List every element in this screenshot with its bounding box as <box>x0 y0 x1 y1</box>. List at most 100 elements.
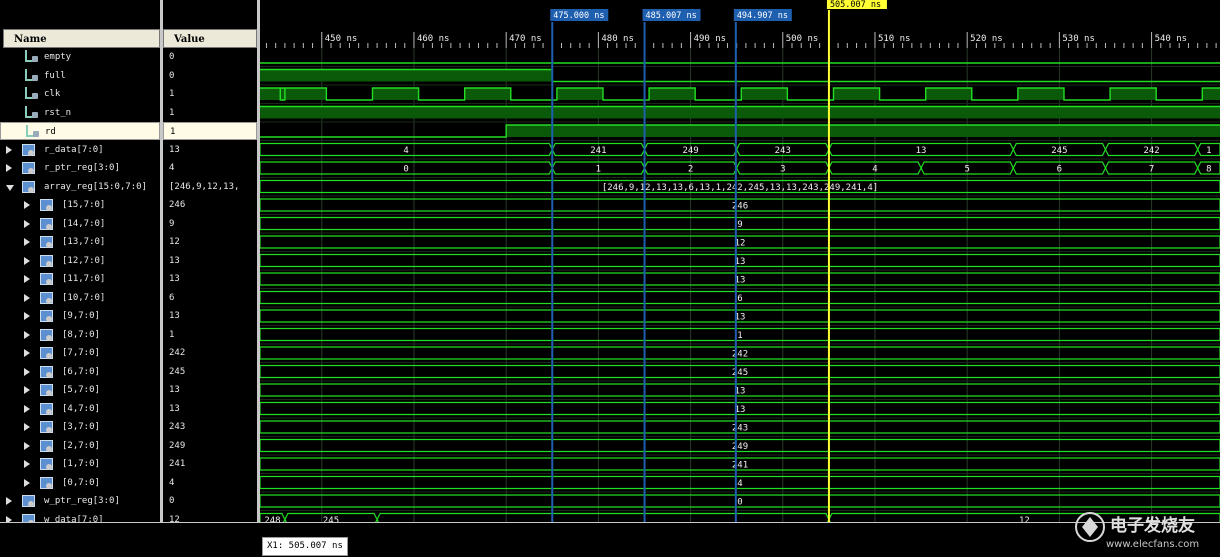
signal-name: empty <box>44 52 72 62</box>
signal-row-empty[interactable]: empty <box>0 48 160 66</box>
signal-value: 246 <box>169 200 186 210</box>
waveform-view[interactable]: 450 ns 460 ns 470 ns 480 ns 490 ns 500 ns 510 … <box>260 0 1220 522</box>
signal-row-0-7-0[interactable]: [0,7:0] <box>0 474 160 492</box>
value-column-header[interactable]: Value <box>163 29 257 48</box>
bus-value-label: 249 <box>682 146 698 156</box>
expand-arrow-icon[interactable] <box>24 238 30 246</box>
bus-value-label: 241 <box>732 461 748 471</box>
signal-row-3-7-0[interactable]: [3,7:0] <box>0 418 160 436</box>
expand-arrow-icon[interactable] <box>24 201 30 209</box>
expand-arrow-icon[interactable] <box>24 441 30 450</box>
wave-high-fill <box>556 88 603 100</box>
expand-arrow-icon[interactable] <box>24 312 30 320</box>
wave-high-fill <box>741 88 788 100</box>
bus-value-label: 243 <box>775 146 791 156</box>
bus-value-label: 4 <box>872 165 877 175</box>
signal-row-rd[interactable]: rd <box>0 122 160 140</box>
expand-arrow-icon[interactable] <box>24 293 30 302</box>
expand-arrow-icon[interactable] <box>24 275 30 283</box>
signal-row-1-7-0[interactable]: [1,7:0] <box>0 455 160 473</box>
bus-value-label: 6 <box>1057 165 1062 175</box>
bus-signal-icon <box>40 458 53 470</box>
time-cursor-label: 505.007 ns <box>830 0 881 10</box>
wave-high-fill <box>464 88 511 100</box>
signal-value: 9 <box>169 218 175 229</box>
bus-signal-icon <box>40 347 53 359</box>
wave-high-fill <box>833 88 880 100</box>
wire-signal-icon <box>26 125 39 137</box>
signal-name: [8,7:0] <box>62 329 100 340</box>
signal-name: [13,7:0] <box>62 237 106 247</box>
signal-value-pane: Value 0 0 1 1 1 13 4 [246,9,12,13, 246 9 12 13 13 6 13… <box>163 0 257 525</box>
bus-signal-icon <box>40 199 53 211</box>
signal-row-9-7-0[interactable]: [9,7:0] <box>0 307 160 325</box>
signal-row-15-7-0[interactable]: [15,7:0] <box>0 196 160 214</box>
collapse-arrow-icon[interactable] <box>6 184 14 191</box>
signal-row-8-7-0[interactable]: [8,7:0] <box>0 326 160 344</box>
signal-value: 4 <box>169 163 175 173</box>
signal-row-5-7-0[interactable]: [5,7:0] <box>0 381 160 399</box>
signal-row-rst-n[interactable]: rst_n <box>0 104 160 122</box>
signal-row-6-7-0[interactable]: [6,7:0] <box>0 363 160 381</box>
name-column-header[interactable]: Name <box>3 29 160 48</box>
bus-value-label: 1 <box>596 165 601 175</box>
signal-name: clk <box>44 89 61 99</box>
bus-value-label: 4 <box>403 146 408 156</box>
signal-row-array-reg-15-0-7-0[interactable]: array_reg[15:0,7:0] <box>0 178 160 196</box>
expand-arrow-icon[interactable] <box>6 145 12 154</box>
signal-row-full[interactable]: full <box>0 67 160 85</box>
signal-row-r-data-7-0[interactable]: r_data[7:0] <box>0 141 160 159</box>
expand-arrow-icon[interactable] <box>24 404 30 413</box>
cursor-coordinate-readout: X1: 505.007 ns <box>262 537 348 556</box>
bus-signal-icon <box>40 217 53 230</box>
signal-row-13-7-0[interactable]: [13,7:0] <box>0 233 160 251</box>
expand-arrow-icon[interactable] <box>6 497 12 505</box>
signal-row-12-7-0[interactable]: [12,7:0] <box>0 252 160 270</box>
bus-signal-icon <box>40 365 53 378</box>
signal-name: [12,7:0] <box>62 255 106 266</box>
wave-high-fill <box>925 88 972 100</box>
wave-high-fill <box>1110 88 1157 100</box>
signal-row-10-7-0[interactable]: [10,7:0] <box>0 289 160 307</box>
signal-row-7-7-0[interactable]: [7,7:0] <box>0 344 160 362</box>
signal-row-11-7-0[interactable]: [11,7:0] <box>0 270 160 288</box>
bus-signal-icon <box>40 402 53 415</box>
signal-row-w-ptr-reg-3-0[interactable]: w_ptr_reg[3:0] <box>0 492 160 510</box>
ruler-tick-label: 510 ns <box>878 34 911 44</box>
wave-high-fill <box>280 88 327 100</box>
bus-value-label: 0 <box>737 498 742 508</box>
ruler-tick-label: 480 ns <box>601 34 634 44</box>
bus-value-label: 249 <box>732 442 748 452</box>
signal-value: 243 <box>169 422 186 432</box>
signal-row-4-7-0[interactable]: [4,7:0] <box>0 400 160 418</box>
expand-arrow-icon[interactable] <box>24 367 30 376</box>
expand-arrow-icon[interactable] <box>24 330 30 339</box>
expand-arrow-icon[interactable] <box>24 423 30 431</box>
ruler-tick-label: 450 ns <box>325 34 358 44</box>
expand-arrow-icon[interactable] <box>24 386 30 394</box>
ruler-tick-label: 460 ns <box>417 34 450 44</box>
expand-arrow-icon[interactable] <box>24 349 30 357</box>
expand-arrow-icon[interactable] <box>24 219 30 228</box>
wave-high-fill <box>372 88 419 100</box>
ruler-tick-label: 490 ns <box>694 34 727 44</box>
expand-arrow-icon[interactable] <box>24 460 30 468</box>
signal-row-r-ptr-reg-3-0[interactable]: r_ptr_reg[3:0] <box>0 159 160 177</box>
ruler-tick-label: 500 ns <box>786 34 819 44</box>
bus-value-label: 0 <box>403 165 408 175</box>
wire-signal-icon <box>25 105 38 118</box>
status-bar <box>0 522 1220 557</box>
signal-row-2-7-0[interactable]: [2,7:0] <box>0 437 160 455</box>
signal-row-14-7-0[interactable]: [14,7:0] <box>0 215 160 233</box>
ruler-tick-label: 520 ns <box>970 34 1003 44</box>
signal-name: [4,7:0] <box>62 403 100 414</box>
bus-value-label: 242 <box>732 350 748 360</box>
bus-signal-icon <box>40 254 53 267</box>
expand-arrow-icon[interactable] <box>24 478 30 487</box>
signal-row-clk[interactable]: clk <box>0 85 160 103</box>
signal-value: 0 <box>169 496 175 506</box>
expand-arrow-icon[interactable] <box>6 164 12 172</box>
expand-arrow-icon[interactable] <box>24 256 30 265</box>
signal-value: 13 <box>169 144 180 155</box>
wave-high-fill <box>260 69 553 82</box>
